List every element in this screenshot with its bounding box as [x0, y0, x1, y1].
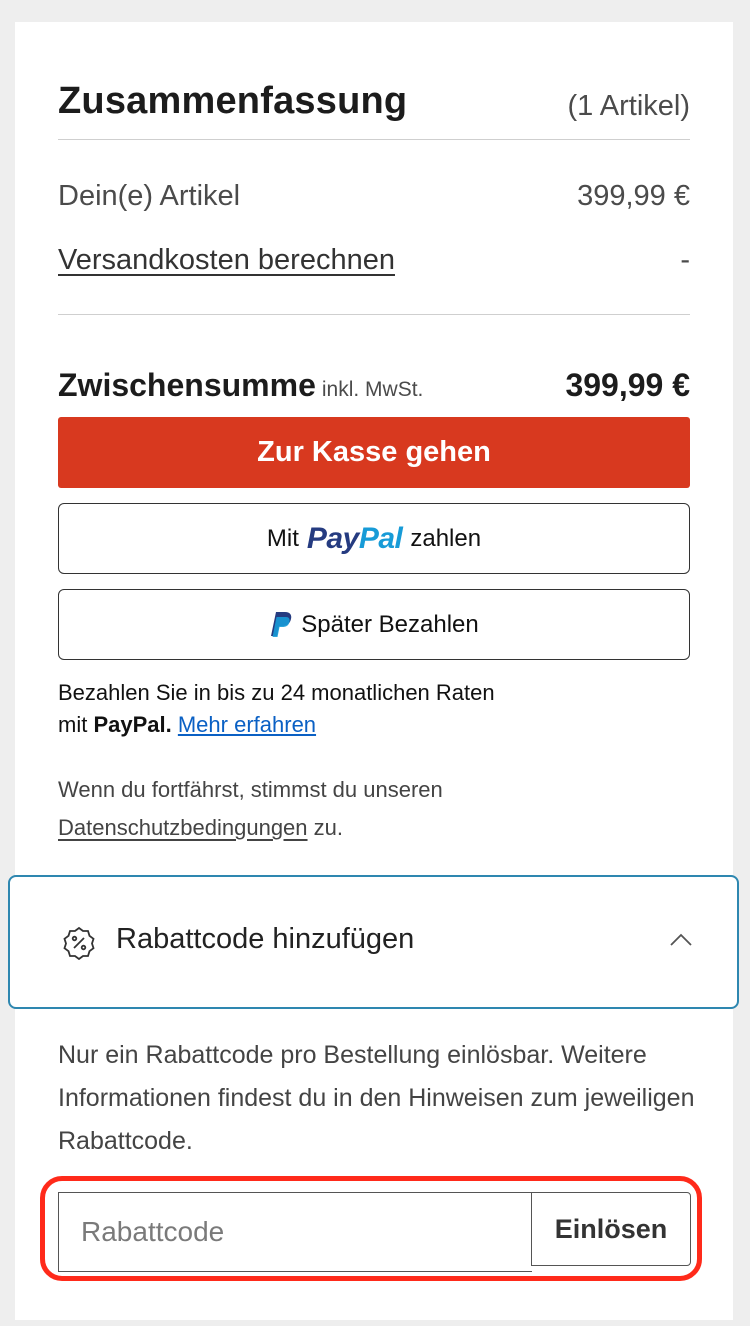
- paypal-prefix: Mit: [266, 524, 299, 552]
- items-value: 399,99 €: [577, 180, 690, 212]
- summary-title: Zusammenfassung: [58, 80, 408, 122]
- paypal-icon: [269, 611, 293, 639]
- divider: [58, 314, 690, 315]
- discount-toggle-label: Rabattcode hinzufügen: [116, 923, 415, 955]
- paypal-button[interactable]: Mit PayPal zahlen: [58, 503, 690, 574]
- discount-code-toggle[interactable]: Rabattcode hinzufügen: [8, 875, 739, 1009]
- item-count: (1 Artikel): [567, 90, 690, 122]
- checkout-button[interactable]: Zur Kasse gehen: [58, 417, 690, 488]
- discount-info-text: Nur ein Rabattcode pro Bestellung einlös…: [58, 1041, 695, 1155]
- items-label: Dein(e) Artikel: [58, 180, 241, 212]
- paypal-installments-info: Bezahlen Sie in bis zu 24 monatlichen Ra…: [58, 677, 658, 741]
- pay-later-button[interactable]: Später Bezahlen: [58, 589, 690, 660]
- privacy-notice: Wenn du fortfährst, stimmst du unseren D…: [58, 771, 678, 847]
- installments-brand: PayPal.: [93, 712, 172, 737]
- learn-more-link[interactable]: Mehr erfahren: [178, 712, 316, 737]
- subtotal-label: Zwischensumme inkl. MwSt.: [58, 367, 423, 404]
- privacy-policy-link[interactable]: Datenschutzbedingungen: [58, 815, 308, 840]
- highlight-annotation: [40, 1176, 702, 1281]
- pay-later-label: Später Bezahlen: [301, 610, 479, 638]
- paypal-logo: PayPal: [306, 521, 403, 556]
- shipping-value: -: [680, 244, 690, 276]
- installments-text: Bezahlen Sie in bis zu 24 monatlichen Ra…: [58, 680, 495, 705]
- divider: [58, 139, 690, 140]
- privacy-text: Wenn du fortfährst, stimmst du unseren: [58, 777, 443, 802]
- subtotal-value: 399,99 €: [565, 367, 690, 403]
- subtotal-label-text: Zwischensumme: [58, 367, 316, 403]
- installments-prefix: mit: [58, 712, 88, 737]
- paypal-suffix: zahlen: [410, 524, 482, 552]
- subtotal-tax-note: inkl. MwSt.: [321, 378, 424, 401]
- chevron-up-icon: [669, 932, 693, 948]
- order-summary-card: Zusammenfassung (1 Artikel) Dein(e) Arti…: [8, 22, 739, 1320]
- paypal-logo-light: Pal: [358, 521, 403, 555]
- discount-badge-icon: [62, 926, 96, 961]
- privacy-suffix: zu.: [313, 815, 344, 840]
- paypal-logo-dark: Pay: [306, 521, 359, 555]
- shipping-calc-link[interactable]: Versandkosten berechnen: [58, 244, 395, 277]
